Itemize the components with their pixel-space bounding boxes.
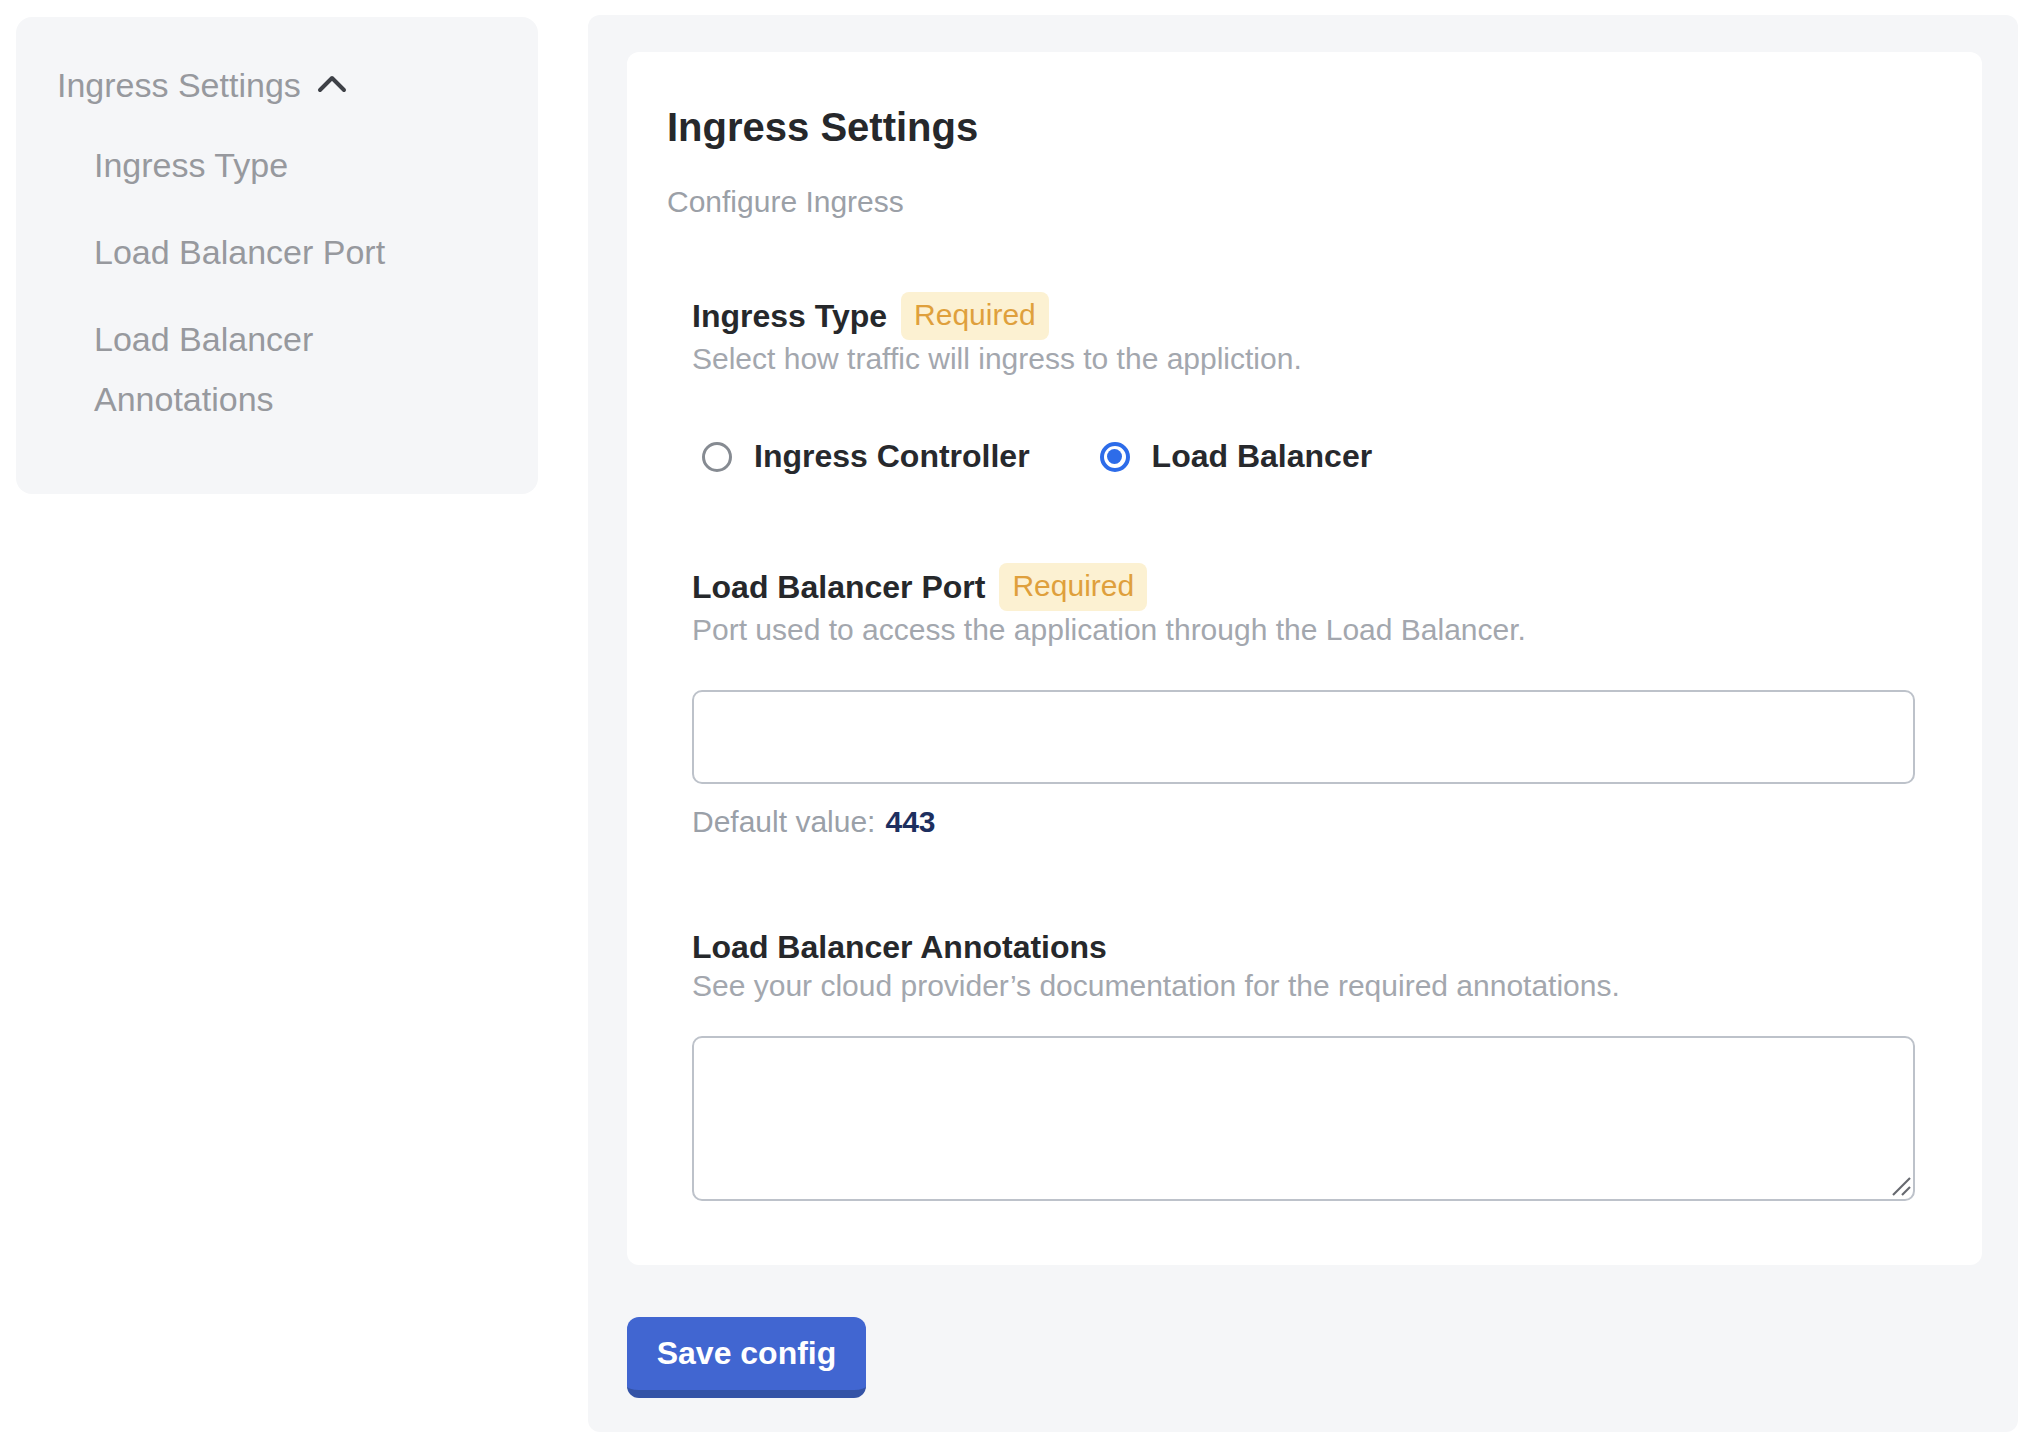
- ingress-type-label: Ingress Type: [692, 296, 887, 336]
- required-badge: Required: [901, 292, 1049, 340]
- radio-label-load-balancer[interactable]: Load Balancer: [1152, 438, 1373, 475]
- radio-load-balancer[interactable]: [1100, 442, 1130, 472]
- section-ingress-type: Ingress Type Required Select how traffic…: [692, 292, 1915, 475]
- lb-annotations-textarea[interactable]: [692, 1036, 1915, 1201]
- required-badge: Required: [999, 563, 1147, 611]
- ingress-settings-card: Ingress Settings Configure Ingress Ingre…: [627, 52, 1982, 1265]
- chevron-up-icon: [317, 74, 347, 93]
- sidebar-item-ingress-type[interactable]: Ingress Type: [94, 135, 498, 195]
- radio-label-ingress-controller[interactable]: Ingress Controller: [754, 438, 1030, 475]
- textarea-resize-handle[interactable]: [1890, 1175, 1912, 1197]
- config-panel: Ingress Settings Configure Ingress Ingre…: [588, 15, 2018, 1432]
- default-value-label: Default value:: [692, 805, 875, 838]
- card-subtitle: Configure Ingress: [667, 183, 1942, 221]
- radio-option-ingress-controller[interactable]: Ingress Controller: [702, 438, 1030, 475]
- card-title: Ingress Settings: [667, 103, 1942, 151]
- lb-annotations-help: See your cloud provider’s documentation …: [692, 967, 1915, 1005]
- ingress-type-help: Select how traffic will ingress to the a…: [692, 340, 1915, 378]
- lb-port-input[interactable]: [692, 690, 1915, 784]
- config-nav-sidebar: Ingress Settings Ingress Type Load Balan…: [16, 17, 538, 494]
- lb-port-help: Port used to access the application thro…: [692, 611, 1915, 649]
- section-load-balancer-port: Load Balancer Port Required Port used to…: [692, 563, 1915, 841]
- ingress-type-radio-group: Ingress Controller Load Balancer: [702, 438, 1915, 475]
- sidebar-item-load-balancer-annotations[interactable]: Load Balancer Annotations: [94, 309, 498, 429]
- radio-selected-dot: [1107, 449, 1122, 464]
- sidebar-group-label: Ingress Settings: [57, 63, 301, 107]
- lb-annotations-label: Load Balancer Annotations: [692, 927, 1107, 967]
- default-value: 443: [885, 805, 935, 838]
- radio-ingress-controller[interactable]: [702, 442, 732, 472]
- sidebar-group-ingress-settings[interactable]: Ingress Settings: [57, 63, 498, 107]
- section-load-balancer-annotations: Load Balancer Annotations See your cloud…: [692, 927, 1915, 1201]
- radio-option-load-balancer[interactable]: Load Balancer: [1100, 438, 1373, 475]
- lb-port-label: Load Balancer Port: [692, 567, 985, 607]
- sidebar-item-list: Ingress Type Load Balancer Port Load Bal…: [57, 135, 498, 429]
- sidebar-item-load-balancer-port[interactable]: Load Balancer Port: [94, 222, 498, 282]
- save-config-button[interactable]: Save config: [627, 1317, 866, 1398]
